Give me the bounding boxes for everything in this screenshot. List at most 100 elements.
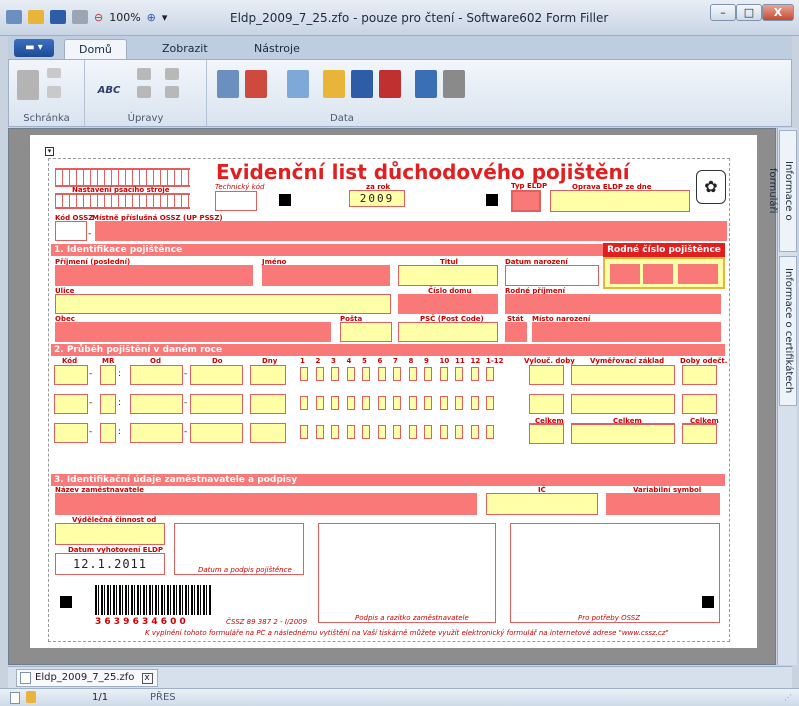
- first-name-field[interactable]: [262, 265, 390, 286]
- row-mr-field[interactable]: [100, 423, 116, 443]
- month-checkbox[interactable]: [455, 425, 463, 439]
- month-checkbox[interactable]: [408, 367, 417, 381]
- copy-icon[interactable]: [47, 86, 61, 98]
- calculator-icon[interactable]: [415, 70, 437, 98]
- attach-data-icon[interactable]: [287, 70, 309, 98]
- total-excluded-field[interactable]: [529, 424, 564, 444]
- month-checkbox[interactable]: [315, 425, 324, 439]
- open-database-icon[interactable]: [323, 70, 345, 98]
- row-to-field[interactable]: [190, 365, 243, 385]
- correction-date-field[interactable]: [550, 190, 690, 212]
- row-days-field[interactable]: [250, 394, 286, 414]
- page-menu-icon[interactable]: ▾: [45, 147, 54, 156]
- tab-home[interactable]: Domů: [64, 39, 127, 59]
- month-checkbox[interactable]: [362, 396, 370, 410]
- month-checkbox[interactable]: [486, 396, 494, 410]
- employer-name-field[interactable]: [55, 493, 477, 515]
- row-from-field[interactable]: [130, 423, 183, 443]
- total-base-field[interactable]: [571, 424, 675, 444]
- month-checkbox[interactable]: [470, 396, 479, 410]
- month-checkbox[interactable]: [393, 367, 401, 381]
- row-from-field[interactable]: [130, 394, 183, 414]
- row-to-field[interactable]: [190, 423, 243, 443]
- row-mr-field[interactable]: [100, 394, 116, 414]
- issue-date-field[interactable]: 12.1.2011: [55, 553, 165, 575]
- undo-icon[interactable]: [165, 68, 179, 80]
- month-checkbox[interactable]: [362, 425, 370, 439]
- month-checkbox[interactable]: [408, 425, 417, 439]
- local-ossz-field[interactable]: [95, 221, 727, 241]
- month-checkbox[interactable]: [346, 367, 355, 381]
- ossz-code-field[interactable]: [55, 221, 87, 241]
- resize-grip-icon[interactable]: ⋰: [784, 693, 792, 702]
- row-code-field[interactable]: [54, 394, 88, 414]
- row-deducted-field[interactable]: [682, 365, 717, 385]
- row-code-field[interactable]: [54, 365, 88, 385]
- row-to-field[interactable]: [190, 394, 243, 414]
- month-checkbox[interactable]: [486, 425, 494, 439]
- zoom-in-icon[interactable]: ⊕: [147, 11, 156, 24]
- birth-date-field[interactable]: [505, 265, 599, 286]
- customize-dropdown-icon[interactable]: ▾: [162, 11, 168, 24]
- paste-icon[interactable]: [17, 70, 39, 100]
- row-code-field[interactable]: [54, 423, 88, 443]
- house-number-field[interactable]: [398, 294, 498, 314]
- birth-number-part-1[interactable]: [610, 264, 640, 284]
- month-checkbox[interactable]: [393, 425, 401, 439]
- save-icon[interactable]: [50, 10, 66, 24]
- month-checkbox[interactable]: [377, 425, 386, 439]
- row-base-field[interactable]: [571, 394, 675, 414]
- month-checkbox[interactable]: [408, 396, 417, 410]
- row-days-field[interactable]: [250, 365, 286, 385]
- month-checkbox[interactable]: [300, 367, 308, 381]
- tab-certificate-info[interactable]: Informace o certifikátech: [779, 256, 797, 406]
- tab-form-info[interactable]: Informace o formuláři: [767, 130, 797, 252]
- city-field[interactable]: [55, 322, 331, 342]
- month-checkbox[interactable]: [346, 425, 355, 439]
- close-button[interactable]: X: [762, 4, 794, 21]
- month-checkbox[interactable]: [439, 367, 448, 381]
- validate-icon[interactable]: [443, 70, 465, 98]
- export-icon[interactable]: [245, 70, 267, 98]
- zoom-out-icon[interactable]: ⊖: [94, 11, 103, 24]
- maximize-button[interactable]: □: [736, 4, 762, 21]
- month-checkbox[interactable]: [315, 367, 324, 381]
- replace-icon[interactable]: [137, 86, 151, 98]
- month-checkbox[interactable]: [300, 396, 308, 410]
- month-checkbox[interactable]: [455, 367, 463, 381]
- row-deducted-field[interactable]: [682, 394, 717, 414]
- month-checkbox[interactable]: [439, 425, 448, 439]
- spellcheck-icon[interactable]: ABC: [93, 68, 125, 100]
- birth-number-part-3[interactable]: [678, 264, 718, 284]
- month-checkbox[interactable]: [331, 425, 339, 439]
- redo-icon[interactable]: [165, 86, 179, 98]
- month-checkbox[interactable]: [393, 396, 401, 410]
- row-base-field[interactable]: [571, 365, 675, 385]
- variable-symbol-field[interactable]: [606, 493, 720, 515]
- month-checkbox[interactable]: [377, 396, 386, 410]
- tab-view[interactable]: Zobrazit: [148, 39, 222, 59]
- month-checkbox[interactable]: [470, 367, 479, 381]
- birth-number-part-2[interactable]: [643, 264, 673, 284]
- print-icon[interactable]: [72, 10, 88, 24]
- save-database-icon[interactable]: [351, 70, 373, 98]
- row-excluded-field[interactable]: [529, 394, 564, 414]
- month-checkbox[interactable]: [331, 367, 339, 381]
- cut-icon[interactable]: [47, 68, 61, 78]
- birth-place-field[interactable]: [532, 322, 721, 342]
- month-checkbox[interactable]: [486, 367, 494, 381]
- month-checkbox[interactable]: [331, 396, 339, 410]
- eldp-type-field[interactable]: [511, 190, 541, 212]
- row-mr-field[interactable]: [100, 365, 116, 385]
- month-checkbox[interactable]: [455, 396, 463, 410]
- postcode-field[interactable]: [398, 322, 498, 342]
- open-folder-icon[interactable]: [28, 10, 44, 24]
- month-checkbox[interactable]: [424, 396, 432, 410]
- month-checkbox[interactable]: [346, 396, 355, 410]
- application-button[interactable]: ▬ ▾: [14, 39, 54, 57]
- close-tab-icon[interactable]: x: [141, 673, 153, 684]
- month-checkbox[interactable]: [439, 396, 448, 410]
- birth-surname-field[interactable]: [505, 294, 721, 314]
- gainful-activity-field[interactable]: [55, 523, 165, 545]
- form-data-icon[interactable]: [217, 70, 239, 98]
